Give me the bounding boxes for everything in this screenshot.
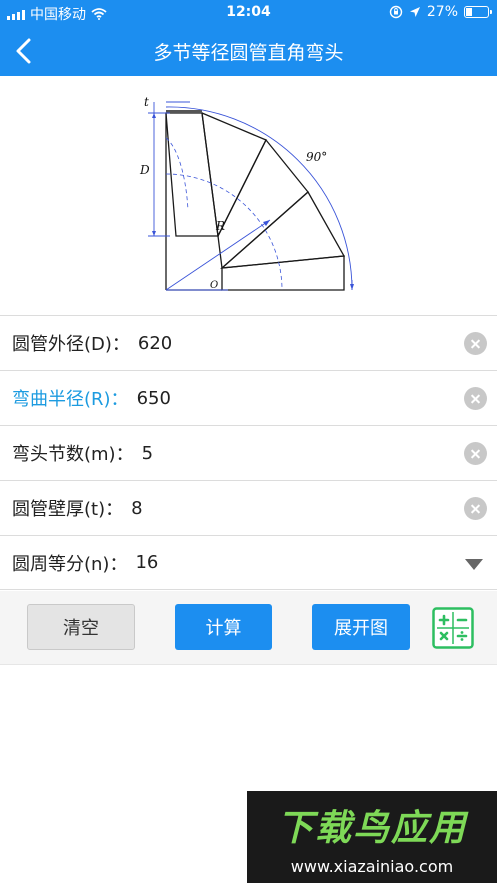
expand-drawing-button[interactable]: 展开图 xyxy=(312,604,410,650)
clear-icon[interactable] xyxy=(464,442,487,465)
clear-icon[interactable] xyxy=(464,497,487,520)
field-label: 弯头节数(m)： xyxy=(12,444,134,465)
label-r: R xyxy=(215,219,225,233)
field-circle-divisions[interactable]: 圆周等分(n)： 16 xyxy=(0,535,497,590)
clear-button[interactable]: 清空 xyxy=(27,604,135,650)
status-right: 27% xyxy=(389,4,492,20)
watermark: 下载鸟应用 www.xiazainiao.com xyxy=(247,791,497,883)
battery-level xyxy=(466,8,472,16)
label-o: O xyxy=(210,280,218,291)
segment-count-input[interactable]: 5 xyxy=(142,443,153,464)
battery-icon xyxy=(464,6,492,18)
wall-thickness xyxy=(166,110,202,113)
nav-bar: 多节等径圆管直角弯头 xyxy=(0,26,497,76)
orientation-lock-icon xyxy=(389,5,403,19)
watermark-url: www.xiazainiao.com xyxy=(290,857,454,876)
outer-diameter-input[interactable]: 620 xyxy=(138,333,172,354)
calculate-button[interactable]: 计算 xyxy=(175,604,272,650)
action-toolbar: 清空 计算 展开图 xyxy=(0,591,497,665)
field-label: 圆周等分(n)： xyxy=(12,553,128,575)
wall-thickness-input[interactable]: 8 xyxy=(131,498,142,519)
label-d: D xyxy=(139,163,150,177)
calculator-icon[interactable] xyxy=(432,607,474,649)
bend-radius-input[interactable]: 650 xyxy=(137,388,171,409)
label-angle: 90° xyxy=(306,150,327,164)
parameter-form: 圆管外径(D)： 620 弯曲半径(R)： 650 弯头节数(m)： 5 圆管壁… xyxy=(0,315,497,590)
field-segment-count[interactable]: 弯头节数(m)： 5 xyxy=(0,425,497,480)
field-outer-diameter[interactable]: 圆管外径(D)： 620 xyxy=(0,315,497,370)
watermark-title: 下载鸟应用 xyxy=(276,808,467,849)
field-bend-radius[interactable]: 弯曲半径(R)： 650 xyxy=(0,370,497,425)
battery-percent: 27% xyxy=(426,4,458,20)
field-label: 圆管外径(D)： xyxy=(12,334,130,355)
status-bar: 中国移动 12:04 27% xyxy=(0,0,497,26)
field-wall-thickness[interactable]: 圆管壁厚(t)： 8 xyxy=(0,480,497,535)
field-label: 弯曲半径(R)： xyxy=(12,389,129,410)
elbow-diagram: t D R 90° O xyxy=(139,95,354,291)
clear-icon[interactable] xyxy=(464,332,487,355)
clear-icon[interactable] xyxy=(464,387,487,410)
dropdown-arrow-icon[interactable] xyxy=(465,559,483,570)
field-label: 圆管壁厚(t)： xyxy=(12,499,124,520)
circle-divisions-select[interactable]: 16 xyxy=(135,552,158,573)
label-t: t xyxy=(144,95,149,109)
page-title: 多节等径圆管直角弯头 xyxy=(153,42,344,64)
location-icon xyxy=(409,7,420,17)
